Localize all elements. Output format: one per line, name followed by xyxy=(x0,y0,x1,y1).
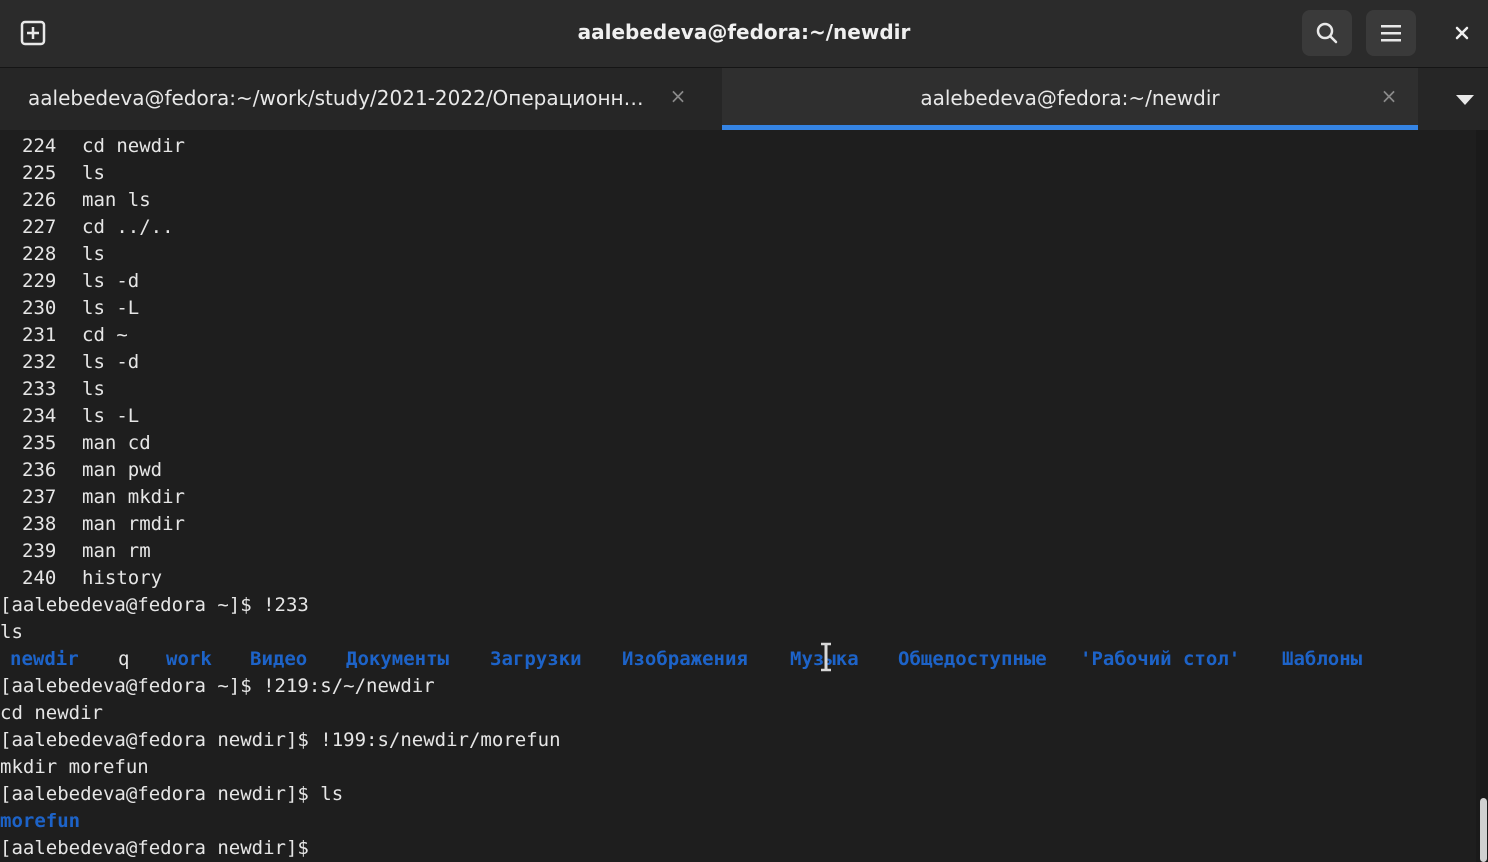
tab-work-study[interactable]: aalebedeva@fedora:~/work/study/2021-2022… xyxy=(0,68,720,130)
history-number: 229 xyxy=(22,270,57,292)
history-number: 224 xyxy=(22,135,57,157)
tab-label: aalebedeva@fedora:~/work/study/2021-2022… xyxy=(28,86,648,110)
scrollbar-thumb[interactable] xyxy=(1480,798,1487,862)
history-command: cd newdir xyxy=(82,135,185,157)
tab-list-dropdown[interactable] xyxy=(1450,88,1480,112)
history-number: 228 xyxy=(22,243,57,265)
history-command: man mkdir xyxy=(82,486,185,508)
tab-bar: aalebedeva@fedora:~/work/study/2021-2022… xyxy=(0,68,1488,130)
history-command: man rm xyxy=(82,540,151,562)
ibeam-cursor-icon xyxy=(821,642,831,672)
history-command: ls xyxy=(82,162,105,184)
history-number: 226 xyxy=(22,189,57,211)
history-number: 238 xyxy=(22,513,57,535)
prompt-line: [aalebedeva@fedora newdir]$ !199:s/newdi… xyxy=(0,729,561,751)
close-icon xyxy=(1455,26,1469,40)
current-prompt[interactable]: [aalebedeva@fedora newdir]$ xyxy=(0,835,309,862)
directory-entry: Общедоступные xyxy=(898,648,1047,670)
scrollbar-track[interactable] xyxy=(1476,130,1488,862)
history-command: ls -d xyxy=(82,351,140,373)
history-number: 233 xyxy=(22,378,57,400)
history-number: 239 xyxy=(22,540,57,562)
history-number: 230 xyxy=(22,297,57,319)
history-number: 237 xyxy=(22,486,57,508)
history-number: 231 xyxy=(22,324,57,346)
history-command: ls -L xyxy=(82,405,140,427)
history-command: man rmdir xyxy=(82,513,185,535)
header-bar: aalebedeva@fedora:~/newdir xyxy=(0,0,1488,68)
directory-entry: 'Рабочий стол' xyxy=(1080,648,1241,670)
history-number: 235 xyxy=(22,432,57,454)
history-command: man pwd xyxy=(82,459,163,481)
history-command: cd ../.. xyxy=(82,216,174,238)
window-title: aalebedeva@fedora:~/newdir xyxy=(577,20,911,44)
prompt-line: [aalebedeva@fedora newdir]$ ls xyxy=(0,783,344,805)
history-command: ls xyxy=(82,243,105,265)
command-echo: cd newdir xyxy=(0,702,103,724)
new-tab-icon xyxy=(20,20,46,46)
directory-entry: Документы xyxy=(346,648,449,670)
history-command: ls -L xyxy=(82,297,140,319)
history-number: 234 xyxy=(22,405,57,427)
history-number: 225 xyxy=(22,162,57,184)
window-close-button[interactable] xyxy=(1438,10,1486,56)
directory-entry: Загрузки xyxy=(490,648,582,670)
history-command: man ls xyxy=(82,189,151,211)
history-number: 240 xyxy=(22,567,57,589)
menu-button[interactable] xyxy=(1366,10,1416,56)
history-command: ls -d xyxy=(82,270,140,292)
search-button[interactable] xyxy=(1302,10,1352,56)
tab-close-button[interactable]: × xyxy=(666,84,690,108)
directory-entry: newdir xyxy=(10,648,79,670)
directory-entry: work xyxy=(166,648,212,670)
prompt-line: [aalebedeva@fedora ~]$ !219:s/~/newdir xyxy=(0,675,435,697)
tab-newdir[interactable]: aalebedeva@fedora:~/newdir × xyxy=(722,68,1418,130)
history-command: cd ~ xyxy=(82,324,128,346)
history-command: man cd xyxy=(82,432,151,454)
search-icon xyxy=(1316,22,1338,44)
history-number: 236 xyxy=(22,459,57,481)
directory-entry: Видео xyxy=(250,648,308,670)
prompt-line: [aalebedeva@fedora ~]$ !233 xyxy=(0,594,309,616)
chevron-down-icon xyxy=(1456,95,1474,105)
tab-label: aalebedeva@fedora:~/newdir xyxy=(920,86,1220,110)
history-command: history xyxy=(82,567,163,589)
command-echo: ls xyxy=(0,621,23,643)
directory-entry: Шаблоны xyxy=(1282,648,1363,670)
directory-entry: morefun xyxy=(0,810,81,832)
history-number: 232 xyxy=(22,351,57,373)
command-echo: mkdir morefun xyxy=(0,756,149,778)
tab-close-button[interactable]: × xyxy=(1377,84,1401,108)
new-tab-button[interactable] xyxy=(10,10,56,56)
file-entry: q xyxy=(118,648,130,670)
history-number: 227 xyxy=(22,216,57,238)
terminal-output[interactable]: 224 cd newdir 225 ls 226 man ls 227 cd ../.. 228… xyxy=(0,130,1476,862)
hamburger-menu-icon xyxy=(1381,25,1401,42)
directory-entry: Изображения xyxy=(622,648,748,670)
history-command: ls xyxy=(82,378,105,400)
